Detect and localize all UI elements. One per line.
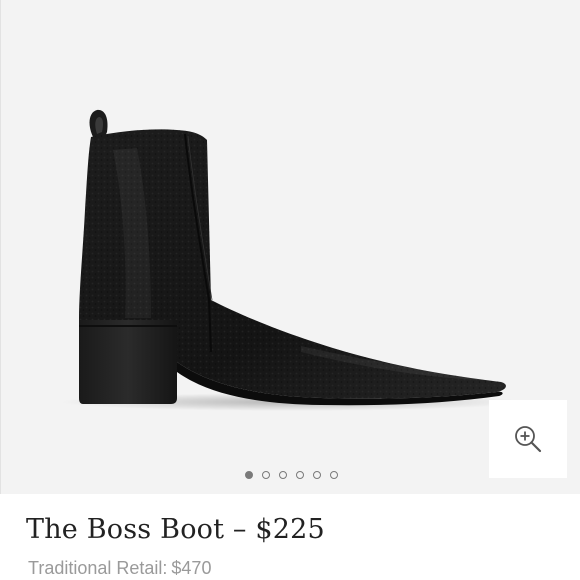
traditional-retail-label: Traditional Retail:	[28, 558, 168, 578]
zoom-in-icon	[515, 426, 542, 453]
carousel-dot-1[interactable]	[244, 471, 253, 479]
carousel-dot-3[interactable]	[278, 471, 287, 479]
product-image-gallery[interactable]	[0, 0, 580, 494]
carousel-indicators	[1, 468, 580, 482]
product-info: The Boss Boot – $225 Traditional Retail:…	[0, 494, 580, 580]
traditional-retail: Traditional Retail: $470	[28, 558, 211, 579]
carousel-dot-4[interactable]	[295, 471, 304, 479]
traditional-retail-price: $470	[171, 558, 212, 578]
carousel-dot-6[interactable]	[329, 471, 338, 479]
carousel-dot-5[interactable]	[312, 471, 321, 479]
product-page: The Boss Boot – $225 Traditional Retail:…	[0, 0, 580, 580]
product-title: The Boss Boot – $225	[26, 514, 325, 545]
zoom-button[interactable]	[489, 400, 567, 478]
carousel-dot-2[interactable]	[261, 471, 270, 479]
